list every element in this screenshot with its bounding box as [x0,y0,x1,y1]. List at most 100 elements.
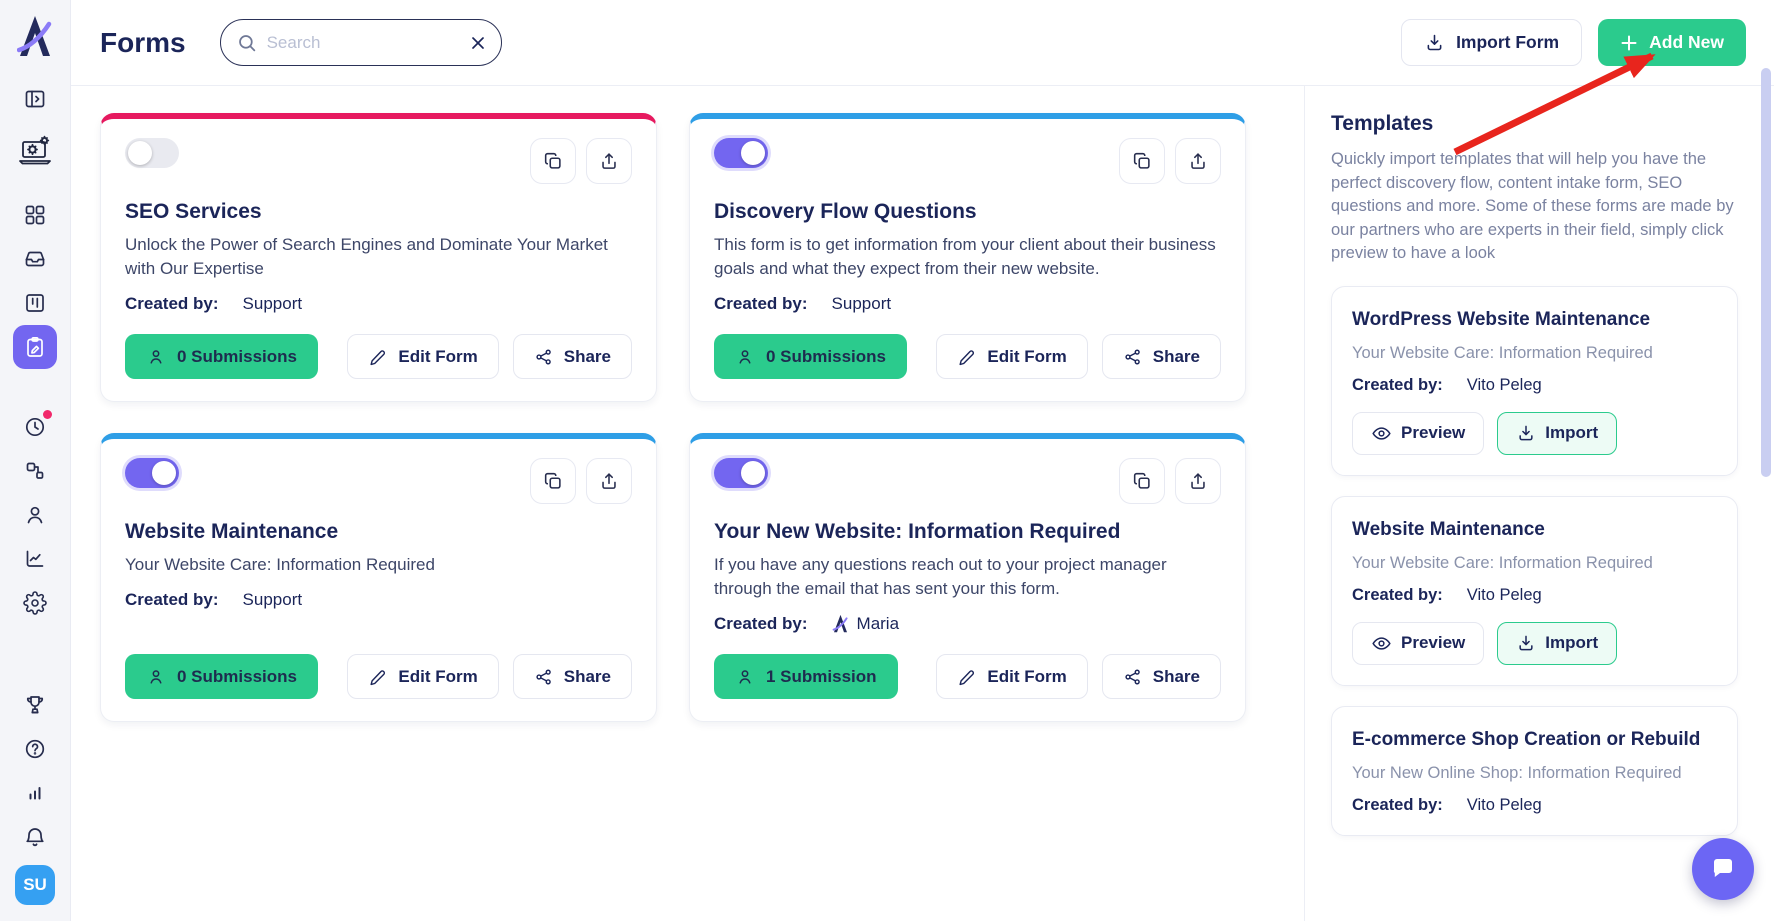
sidebar: SU [0,0,71,921]
form-enabled-toggle[interactable] [714,138,768,168]
sidebar-item-collapse-panel[interactable] [13,77,57,121]
submissions-button[interactable]: 1 Submission [714,654,898,699]
sidebar-item-help[interactable] [13,727,57,771]
topbar: Forms Import Form [71,0,1774,86]
app-logo[interactable] [17,13,53,61]
user-avatar[interactable]: SU [15,865,55,905]
sidebar-item-dashboard[interactable] [13,193,57,237]
sidebar-item-notifications[interactable] [13,815,57,859]
templates-scrollbar[interactable] [1761,68,1771,477]
sidebar-item-reports[interactable] [13,537,57,581]
template-subtitle: Your Website Care: Information Required [1352,344,1717,363]
edit-form-label: Edit Form [398,667,477,687]
submissions-button[interactable]: 0 Submissions [125,334,318,379]
eye-icon [1371,423,1392,444]
upload-icon [598,470,620,492]
duplicate-form-button[interactable] [1119,458,1165,504]
copy-icon [542,470,564,492]
collapse-panel-icon [23,87,47,111]
sidebar-item-inbox[interactable] [13,237,57,281]
sidebar-item-achievements[interactable] [13,683,57,727]
created-by-label: Created by: [125,590,219,610]
template-creator: Vito Peleg [1467,796,1542,815]
sidebar-item-usage[interactable] [13,771,57,815]
import-template-button[interactable]: Import [1497,622,1617,665]
copy-icon [1131,150,1153,172]
import-label: Import [1545,633,1598,653]
share-label: Share [1153,667,1200,687]
share-icon [534,347,554,367]
submissions-label: 1 Submission [766,667,877,687]
chat-widget-button[interactable] [1692,838,1754,900]
edit-form-button[interactable]: Edit Form [936,334,1087,379]
add-new-button[interactable]: Add New [1598,19,1746,66]
forms-clipboard-icon [23,335,47,359]
share-button[interactable]: Share [1102,334,1221,379]
template-title: E-commerce Shop Creation or Rebuild [1352,729,1717,751]
edit-form-button[interactable]: Edit Form [347,654,498,699]
clear-search-icon[interactable] [470,35,486,51]
template-creator: Vito Peleg [1467,376,1542,395]
share-label: Share [564,347,611,367]
form-card: Discovery Flow Questions This form is to… [689,113,1246,402]
search-input[interactable] [267,33,461,53]
search-icon [236,32,258,54]
created-by-label: Created by: [125,294,219,314]
form-enabled-toggle[interactable] [125,458,179,488]
inbox-icon [23,247,47,271]
sidebar-item-settings[interactable] [13,581,57,625]
upload-icon [1187,470,1209,492]
import-form-button[interactable]: Import Form [1401,19,1582,66]
sidebar-item-forms[interactable] [13,325,57,369]
sidebar-item-clients[interactable] [13,493,57,537]
import-template-button[interactable]: Import [1497,412,1617,455]
template-card: WordPress Website Maintenance Your Websi… [1331,286,1738,476]
share-button[interactable]: Share [1102,654,1221,699]
created-by-label: Created by: [714,614,808,634]
add-new-label: Add New [1649,32,1724,53]
import-form-label: Import Form [1456,32,1559,53]
submissions-button[interactable]: 0 Submissions [125,654,318,699]
dashboard-grid-icon [23,203,47,227]
duplicate-form-button[interactable] [530,138,576,184]
share-button[interactable]: Share [513,334,632,379]
pencil-icon [957,667,977,687]
pencil-icon [368,667,388,687]
form-description: Unlock the Power of Search Engines and D… [125,233,632,281]
duplicate-form-button[interactable] [1119,138,1165,184]
preview-button[interactable]: Preview [1352,622,1484,665]
clock-icon [23,415,47,439]
edit-form-button[interactable]: Edit Form [936,654,1087,699]
upload-icon [598,150,620,172]
gear-icon [23,591,47,615]
sidebar-item-boards[interactable] [13,281,57,325]
duplicate-form-button[interactable] [530,458,576,504]
search-box[interactable] [220,19,502,66]
copy-icon [1131,470,1153,492]
sidebar-item-time-tracking[interactable] [13,405,57,449]
export-form-button[interactable] [1175,458,1221,504]
template-title: Website Maintenance [1352,519,1717,541]
template-subtitle: Your New Online Shop: Information Requir… [1352,764,1717,783]
pencil-icon [957,347,977,367]
share-icon [1123,347,1143,367]
sidebar-item-automations[interactable] [13,449,57,493]
preview-button[interactable]: Preview [1352,412,1484,455]
export-form-button[interactable] [586,458,632,504]
form-enabled-toggle[interactable] [714,458,768,488]
edit-form-button[interactable]: Edit Form [347,334,498,379]
trophy-icon [23,693,47,717]
share-label: Share [564,667,611,687]
download-icon [1424,32,1445,53]
share-button[interactable]: Share [513,654,632,699]
submissions-button[interactable]: 0 Submissions [714,334,907,379]
import-label: Import [1545,423,1598,443]
export-form-button[interactable] [1175,138,1221,184]
created-by-label: Created by: [1352,796,1443,815]
sidebar-item-setup[interactable] [13,127,57,175]
submissions-label: 0 Submissions [177,667,297,687]
form-enabled-toggle[interactable] [125,138,179,168]
export-form-button[interactable] [586,138,632,184]
form-title: Website Maintenance [125,520,632,544]
person-icon [146,347,166,367]
